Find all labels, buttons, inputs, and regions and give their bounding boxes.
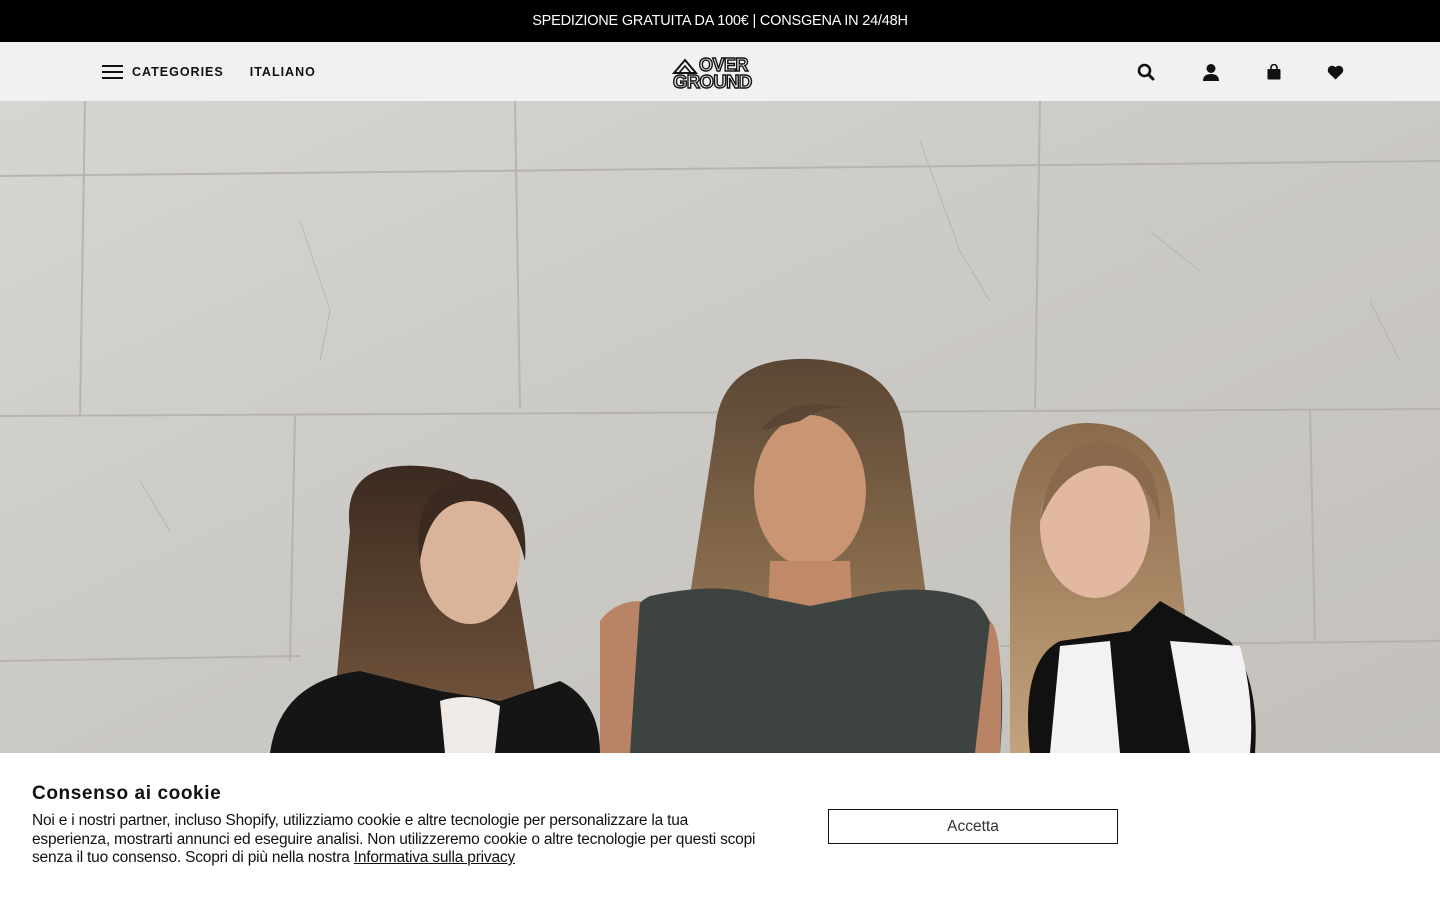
cookie-description: Noi e i nostri partner, incluso Shopify,… <box>32 812 762 868</box>
header-left-nav: CATEGORIES ITALIANO <box>102 42 316 101</box>
categories-label: CATEGORIES <box>132 64 224 79</box>
hero-banner-image[interactable] <box>0 101 1440 753</box>
site-logo[interactable]: OVER GROUND <box>671 52 768 93</box>
announcement-bar: SPEDIZIONE GRATUITA DA 100€ | CONSGENA I… <box>0 0 1440 42</box>
privacy-policy-link[interactable]: Informativa sulla privacy <box>354 849 515 866</box>
hamburger-icon <box>102 64 123 79</box>
logo-ground-text: GROUND <box>673 71 752 90</box>
wishlist-heart-icon[interactable] <box>1325 62 1345 82</box>
search-icon[interactable] <box>1136 62 1156 82</box>
account-icon[interactable] <box>1201 62 1221 82</box>
language-selector[interactable]: ITALIANO <box>250 65 316 79</box>
accept-cookies-button[interactable]: Accetta <box>828 809 1118 844</box>
cookie-consent-banner: Consenso ai cookie Noi e i nostri partne… <box>0 753 1440 900</box>
announcement-text: SPEDIZIONE GRATUITA DA 100€ | CONSGENA I… <box>532 13 908 29</box>
cart-icon[interactable] <box>1264 62 1284 82</box>
site-header: CATEGORIES ITALIANO OVER GROUND <box>0 42 1440 101</box>
categories-menu-button[interactable]: CATEGORIES <box>102 64 224 79</box>
mountain-logo-icon: OVER GROUND <box>671 54 753 93</box>
cookie-title: Consenso ai cookie <box>32 783 222 804</box>
hero-photo-illustration <box>0 101 1440 753</box>
